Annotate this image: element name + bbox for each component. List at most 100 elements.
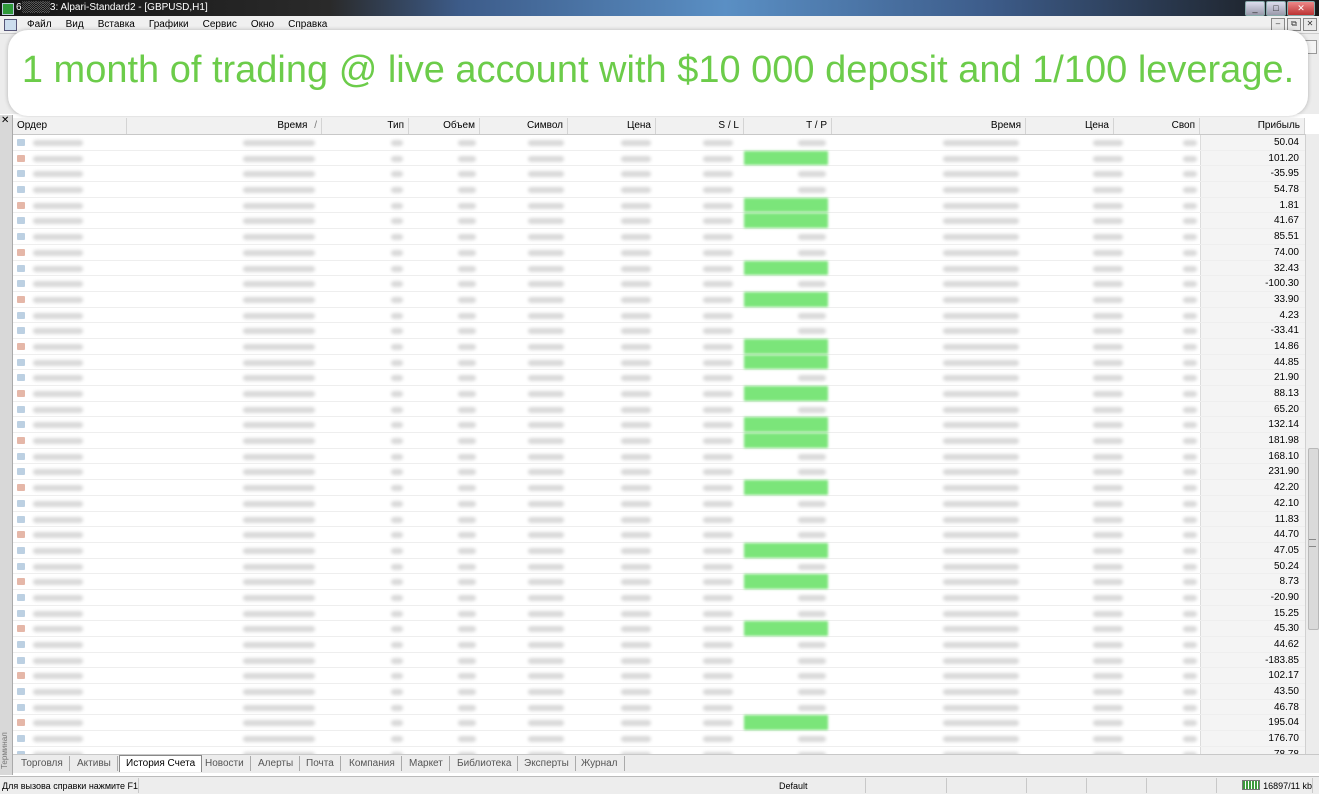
- redacted-cell: [243, 453, 315, 460]
- minimize-button[interactable]: _: [1245, 1, 1265, 16]
- profit-cell: 50.24: [1200, 558, 1305, 574]
- table-row[interactable]: -33.41: [13, 323, 1305, 339]
- close-button[interactable]: ✕: [1287, 1, 1315, 16]
- profit-cell: 43.50: [1200, 684, 1305, 699]
- table-row[interactable]: 21.90: [13, 370, 1305, 386]
- table-row[interactable]: 46.78: [13, 699, 1305, 716]
- table-row[interactable]: -20.90: [13, 589, 1305, 606]
- close-icon[interactable]: ✕: [1, 115, 9, 126]
- column-take-profit[interactable]: T / P: [744, 118, 832, 134]
- redacted-cell: [33, 594, 83, 601]
- table-row[interactable]: 50.04: [13, 135, 1305, 151]
- redacted-cell: [33, 532, 83, 539]
- profit-cell: 65.20: [1200, 401, 1305, 417]
- redacted-cell: [943, 563, 1019, 570]
- table-row[interactable]: 85.51: [13, 229, 1305, 245]
- redacted-cell: [391, 296, 403, 303]
- redacted-cell: [243, 720, 315, 727]
- window-title: 6░░░░3: Alpari-Standard2 - [GBPUSD,H1]: [16, 2, 208, 13]
- column-open-price[interactable]: Цена: [568, 118, 656, 134]
- status-section: [1146, 778, 1217, 793]
- column-volume[interactable]: Объем: [409, 118, 480, 134]
- table-row[interactable]: 102.17: [13, 668, 1305, 685]
- table-row[interactable]: 88.13: [13, 386, 1305, 402]
- table-row[interactable]: 74.00: [13, 244, 1305, 261]
- table-row[interactable]: 168.10: [13, 448, 1305, 465]
- table-row[interactable]: 45.30: [13, 621, 1305, 637]
- redacted-cell: [243, 547, 315, 554]
- tab-news[interactable]: Новости: [199, 756, 251, 771]
- redacted-cell: [458, 265, 476, 272]
- table-row[interactable]: 44.85: [13, 354, 1305, 371]
- table-row[interactable]: 15.25: [13, 605, 1305, 622]
- table-row[interactable]: 176.70: [13, 731, 1305, 747]
- redacted-cell: [943, 391, 1019, 397]
- tab-mailbox[interactable]: Почта: [300, 756, 341, 771]
- redacted-cell: [1183, 485, 1197, 492]
- tab-library[interactable]: Библиотека: [451, 756, 519, 771]
- table-row[interactable]: 42.20: [13, 480, 1305, 496]
- table-row[interactable]: 47.05: [13, 542, 1305, 559]
- tab-market[interactable]: Маркет: [403, 756, 450, 771]
- table-row[interactable]: 14.86: [13, 338, 1305, 355]
- maximize-button[interactable]: □: [1266, 1, 1286, 16]
- column-close-price[interactable]: Цена: [1026, 118, 1114, 134]
- take-profit-highlight: [744, 715, 828, 731]
- status-help-text: Для вызова справки нажмите F1: [2, 778, 140, 793]
- tab-exposure[interactable]: Активы: [71, 756, 118, 771]
- table-row[interactable]: 44.62: [13, 637, 1305, 653]
- mdi-close-button[interactable]: ✕: [1303, 18, 1317, 31]
- table-row[interactable]: 1.81: [13, 197, 1305, 214]
- column-close-time[interactable]: Время: [832, 118, 1026, 134]
- tab-account-history[interactable]: История Счета: [119, 755, 203, 772]
- tab-company[interactable]: Компания: [343, 756, 402, 771]
- redacted-cell: [458, 171, 476, 178]
- table-row[interactable]: 195.04: [13, 715, 1305, 732]
- table-row[interactable]: -35.95: [13, 166, 1305, 183]
- redacted-cell: [1093, 673, 1123, 680]
- table-row[interactable]: 41.67: [13, 213, 1305, 230]
- column-swap[interactable]: Своп: [1114, 118, 1200, 134]
- table-row[interactable]: 4.23: [13, 307, 1305, 324]
- redacted-cell: [243, 736, 315, 743]
- tab-trade[interactable]: Торговля: [15, 756, 70, 771]
- table-row[interactable]: 132.14: [13, 417, 1305, 434]
- column-symbol[interactable]: Символ: [480, 118, 568, 134]
- table-row[interactable]: 11.83: [13, 511, 1305, 528]
- document-icon[interactable]: [4, 19, 17, 31]
- column-profit[interactable]: Прибыль: [1200, 118, 1305, 134]
- column-order[interactable]: Ордер: [13, 118, 127, 134]
- tab-alerts[interactable]: Алерты: [252, 756, 301, 771]
- order-type-icon: [17, 735, 25, 743]
- table-row[interactable]: 78.78: [13, 746, 1305, 754]
- table-row[interactable]: 101.20: [13, 150, 1305, 167]
- column-type[interactable]: Тип: [322, 118, 409, 134]
- table-row[interactable]: 54.78: [13, 182, 1305, 198]
- table-row[interactable]: 231.90: [13, 464, 1305, 481]
- vertical-scrollbar[interactable]: [1305, 134, 1319, 754]
- tab-journal[interactable]: Журнал: [575, 756, 625, 771]
- table-row[interactable]: 44.70: [13, 527, 1305, 543]
- table-row[interactable]: 8.73: [13, 574, 1305, 590]
- table-row[interactable]: 50.24: [13, 558, 1305, 575]
- window-title-bar[interactable]: 6░░░░3: Alpari-Standard2 - [GBPUSD,H1] _…: [0, 0, 1319, 16]
- table-row[interactable]: 181.98: [13, 433, 1305, 449]
- redacted-cell: [703, 720, 733, 727]
- redacted-cell: [391, 359, 403, 366]
- table-row[interactable]: 33.90: [13, 291, 1305, 308]
- redacted-cell: [458, 610, 476, 617]
- tab-experts[interactable]: Эксперты: [518, 756, 576, 771]
- redacted-cell: [798, 532, 826, 539]
- table-row[interactable]: 42.10: [13, 495, 1305, 512]
- column-open-time[interactable]: Время /: [127, 118, 322, 134]
- redacted-cell: [528, 453, 564, 460]
- table-row[interactable]: 32.43: [13, 260, 1305, 277]
- column-stop-loss[interactable]: S / L: [656, 118, 744, 134]
- table-row[interactable]: 65.20: [13, 401, 1305, 418]
- table-row[interactable]: -183.85: [13, 652, 1305, 669]
- redacted-cell: [243, 343, 315, 350]
- redacted-cell: [1093, 485, 1123, 492]
- table-row[interactable]: -100.30: [13, 276, 1305, 292]
- redacted-cell: [528, 657, 564, 664]
- table-row[interactable]: 43.50: [13, 684, 1305, 700]
